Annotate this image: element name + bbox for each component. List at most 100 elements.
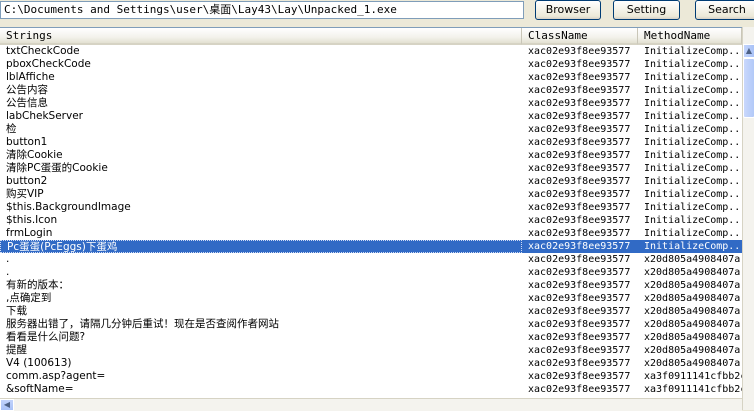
cell-methodname: InitializeComp... xyxy=(644,215,742,226)
table-row[interactable]: 服务器出错了，请隔几分钟后重试！现在是否查阅作者网站 xac02e93f8ee93… xyxy=(0,318,742,331)
cell-classname: xac02e93f8ee93577 xyxy=(528,98,631,109)
table-row[interactable]: button1 xac02e93f8ee93577 InitializeComp..… xyxy=(0,136,742,149)
cell-string: txtCheckCode xyxy=(6,45,80,57)
cell-string: $this.BackgroundImage xyxy=(6,201,131,213)
cell-string: ,点确定到 xyxy=(6,292,52,304)
cell-classname: xac02e93f8ee93577 xyxy=(528,137,631,148)
cell-classname: xac02e93f8ee93577 xyxy=(528,163,631,174)
table-row[interactable]: . xac02e93f8ee93577 x20d805a4908407a xyxy=(0,266,742,279)
cell-classname: xac02e93f8ee93577 xyxy=(528,46,631,57)
cell-string: labChekServer xyxy=(6,110,83,122)
column-header-strings[interactable]: Strings xyxy=(0,28,522,45)
cell-methodname: x20d805a4908407a xyxy=(644,358,741,369)
list-rows: txtCheckCode xac02e93f8ee93577 InitializeC… xyxy=(0,45,742,396)
cell-classname: xac02e93f8ee93577 xyxy=(528,280,631,291)
scroll-left-arrow-icon[interactable]: ◀ xyxy=(0,399,14,411)
cell-methodname: InitializeComp... xyxy=(644,241,742,252)
cell-string: 清除Cookie xyxy=(6,149,63,161)
cell-string: 公告信息 xyxy=(6,97,48,109)
cell-classname: xac02e93f8ee93577 xyxy=(528,345,631,356)
cell-string: 购买VIP xyxy=(6,188,44,200)
table-row[interactable]: $this.Icon xac02e93f8ee93577 InitializeCom… xyxy=(0,214,742,227)
table-row[interactable]: $this.BackgroundImage xac02e93f8ee93577 In… xyxy=(0,201,742,214)
cell-classname: xac02e93f8ee93577 xyxy=(528,358,631,369)
cell-string: 公告内容 xyxy=(6,84,48,96)
cell-string: Pc蛋蛋(PcEggs)下蛋鸡 xyxy=(0,240,522,253)
cell-string: pboxCheckCode xyxy=(6,58,91,70)
vertical-scroll-thumb[interactable] xyxy=(743,58,754,118)
table-row[interactable]: ,点确定到 xac02e93f8ee93577 x20d805a4908407a xyxy=(0,292,742,305)
cell-methodname: x20d805a4908407a xyxy=(644,345,741,356)
table-row[interactable]: Pc蛋蛋(PcEggs)下蛋鸡 xac02e93f8ee93577 Initiali… xyxy=(0,240,742,253)
table-row[interactable]: 公告内容 xac02e93f8ee93577 InitializeComp... xyxy=(0,84,742,97)
cell-classname: xac02e93f8ee93577 xyxy=(528,215,631,226)
table-row[interactable]: txtCheckCode xac02e93f8ee93577 InitializeC… xyxy=(0,45,742,58)
file-path-input[interactable]: C:\Documents and Settings\user\桌面\Lay43\… xyxy=(0,1,524,19)
table-row[interactable]: 提醒 xac02e93f8ee93577 x20d805a4908407a xyxy=(0,344,742,357)
table-row[interactable]: 清除Cookie xac02e93f8ee93577 InitializeComp.… xyxy=(0,149,742,162)
cell-methodname: x20d805a4908407a xyxy=(644,267,741,278)
cell-classname: xac02e93f8ee93577 xyxy=(528,228,631,239)
cell-methodname: x20d805a4908407a xyxy=(644,306,741,317)
cell-classname: xac02e93f8ee93577 xyxy=(528,111,631,122)
list-header: Strings ClassName MethodName xyxy=(0,28,742,45)
table-row[interactable]: lblAffiche xac02e93f8ee93577 InitializeCom… xyxy=(0,71,742,84)
table-row[interactable]: V4 (100613) xac02e93f8ee93577 x20d805a4908… xyxy=(0,357,742,370)
search-button[interactable]: Search xyxy=(695,0,754,20)
cell-string: &softName= xyxy=(6,383,74,395)
cell-methodname: InitializeComp... xyxy=(644,163,742,174)
column-header-classname[interactable]: ClassName xyxy=(522,28,638,45)
cell-methodname: InitializeComp... xyxy=(644,111,742,122)
column-header-methodname[interactable]: MethodName xyxy=(638,28,742,45)
table-row[interactable]: 检 xac02e93f8ee93577 InitializeComp... xyxy=(0,123,742,136)
cell-string: frmLogin xyxy=(6,227,53,239)
table-row[interactable]: comm.asp?agent= xac02e93f8ee93577 xa3f0911… xyxy=(0,370,742,383)
table-row[interactable]: 下载 xac02e93f8ee93577 x20d805a4908407a xyxy=(0,305,742,318)
cell-classname: xac02e93f8ee93577 xyxy=(528,332,631,343)
cell-classname: xac02e93f8ee93577 xyxy=(528,189,631,200)
cell-methodname: x20d805a4908407a xyxy=(644,280,741,291)
cell-classname: xac02e93f8ee93577 xyxy=(528,254,631,265)
table-row[interactable]: frmLogin xac02e93f8ee93577 InitializeComp.… xyxy=(0,227,742,240)
cell-classname: xac02e93f8ee93577 xyxy=(528,150,631,161)
cell-classname: xac02e93f8ee93577 xyxy=(528,176,631,187)
table-row[interactable]: labChekServer xac02e93f8ee93577 Initialize… xyxy=(0,110,742,123)
cell-methodname: InitializeComp... xyxy=(644,46,742,57)
vertical-scrollbar[interactable]: ▲ xyxy=(742,27,754,410)
table-row[interactable]: 清除PC蛋蛋的Cookie xac02e93f8ee93577 Initialize… xyxy=(0,162,742,175)
horizontal-scrollbar[interactable]: ◀ xyxy=(0,398,742,411)
table-row[interactable]: 看看是什么问题? xac02e93f8ee93577 x20d805a4908407… xyxy=(0,331,742,344)
cell-classname: xac02e93f8ee93577 xyxy=(528,72,631,83)
cell-string: lblAffiche xyxy=(6,71,55,83)
cell-string: 检 xyxy=(6,123,17,135)
cell-string: . xyxy=(6,266,10,278)
cell-methodname: InitializeComp... xyxy=(644,150,742,161)
table-row[interactable]: . xac02e93f8ee93577 x20d805a4908407a xyxy=(0,253,742,266)
cell-string: 提醒 xyxy=(6,344,27,356)
cell-string: 服务器出错了，请隔几分钟后重试！现在是否查阅作者网站 xyxy=(6,318,279,330)
cell-methodname: x20d805a4908407a xyxy=(644,319,741,330)
table-row[interactable]: &softName= xac02e93f8ee93577 xa3f0911141cf… xyxy=(0,383,742,396)
table-row[interactable]: 购买VIP xac02e93f8ee93577 InitializeComp... xyxy=(0,188,742,201)
cell-methodname: InitializeComp... xyxy=(644,72,742,83)
cell-methodname: InitializeComp... xyxy=(644,59,742,70)
cell-methodname: xa3f0911141cfbb2c xyxy=(644,384,742,395)
cell-methodname: x20d805a4908407a xyxy=(644,254,741,265)
cell-string: button2 xyxy=(6,175,48,187)
cell-methodname: x20d805a4908407a xyxy=(644,332,741,343)
cell-methodname: x20d805a4908407a xyxy=(644,293,741,304)
table-row[interactable]: button2 xac02e93f8ee93577 InitializeComp..… xyxy=(0,175,742,188)
strings-list-view[interactable]: Strings ClassName MethodName txtCheckCod… xyxy=(0,27,742,411)
cell-string: 有新的版本： xyxy=(6,279,69,291)
table-row[interactable]: 公告信息 xac02e93f8ee93577 InitializeComp... xyxy=(0,97,742,110)
cell-methodname: InitializeComp... xyxy=(644,98,742,109)
browser-button[interactable]: Browser xyxy=(535,0,601,20)
table-row[interactable]: pboxCheckCode xac02e93f8ee93577 Initialize… xyxy=(0,58,742,71)
table-row[interactable]: 有新的版本： xac02e93f8ee93577 x20d805a4908407a xyxy=(0,279,742,292)
cell-string: 下载 xyxy=(6,305,27,317)
scroll-up-arrow-icon[interactable]: ▲ xyxy=(743,44,754,58)
cell-string: V4 (100613) xyxy=(6,357,72,369)
setting-button[interactable]: Setting xyxy=(613,0,680,20)
cell-string: button1 xyxy=(6,136,48,148)
cell-string: 清除PC蛋蛋的Cookie xyxy=(6,162,108,174)
